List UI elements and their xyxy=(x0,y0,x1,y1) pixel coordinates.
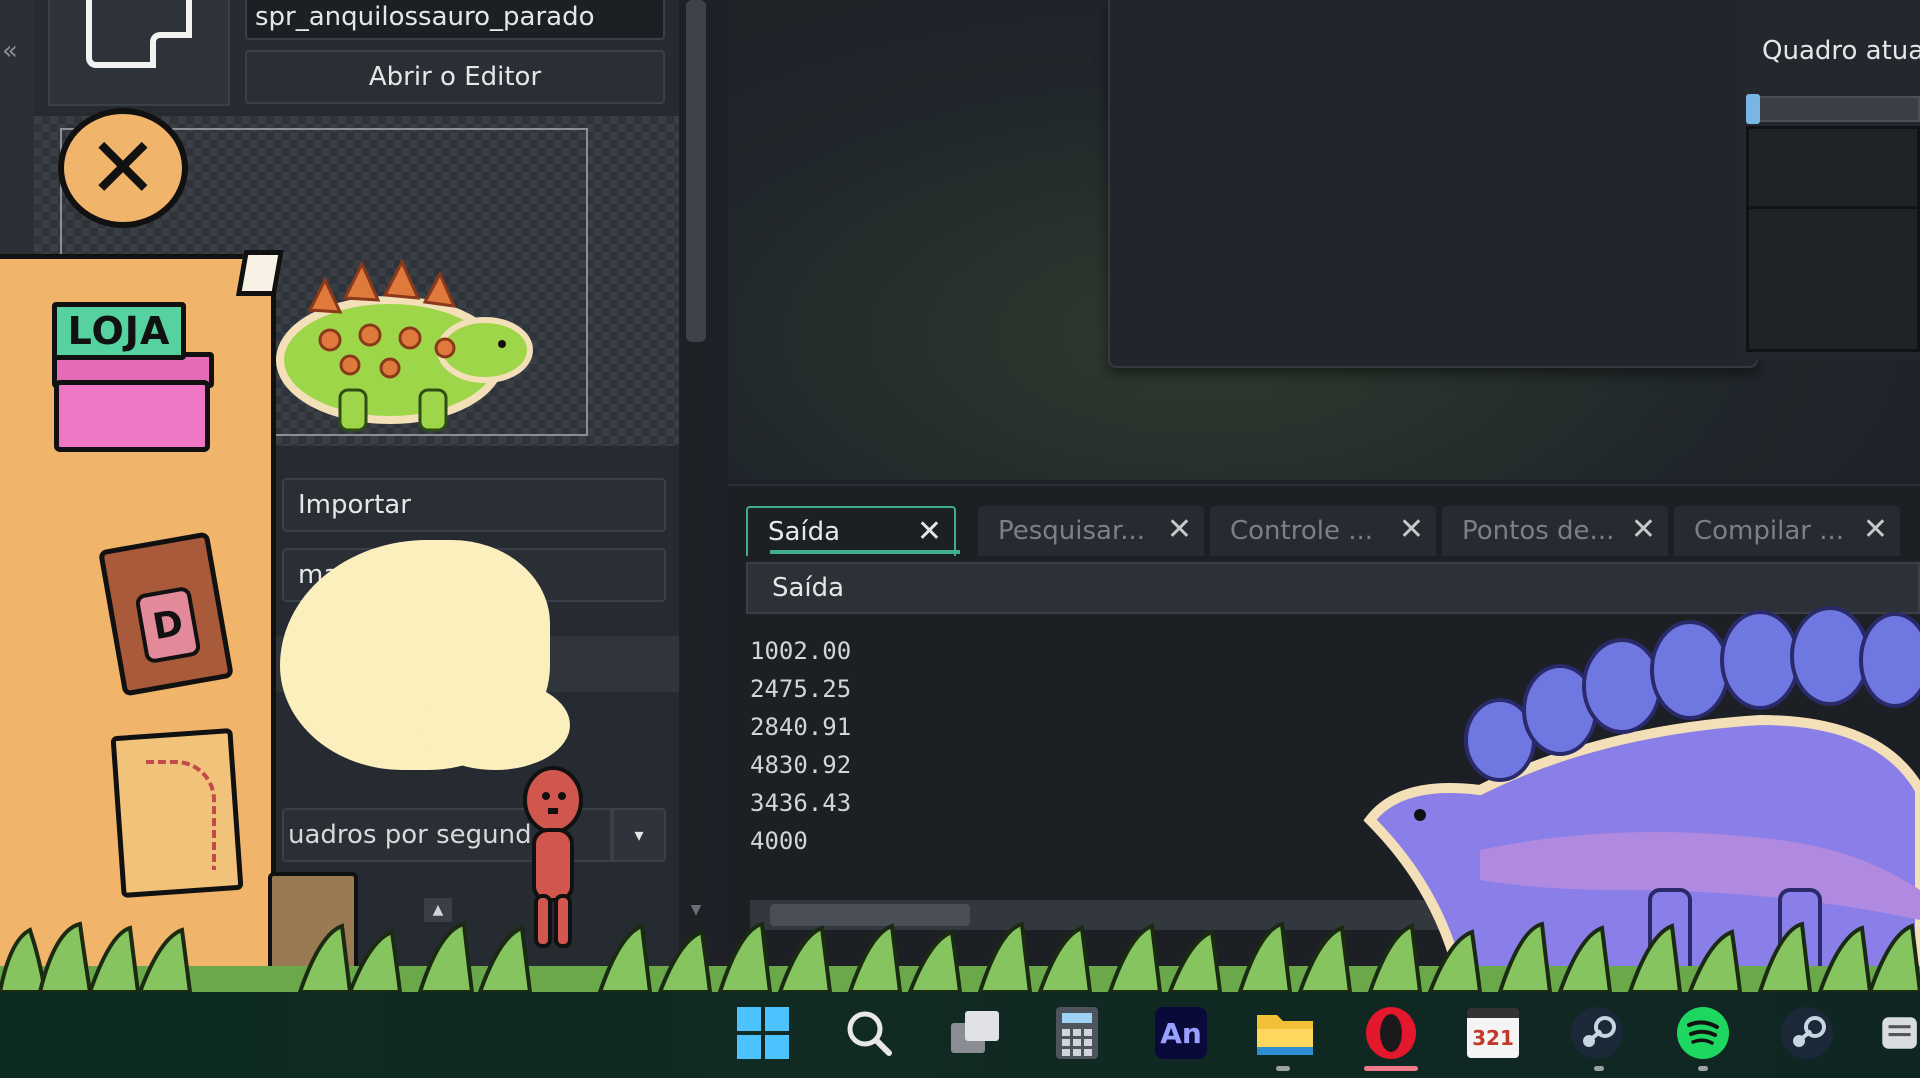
shop-sign[interactable]: LOJA xyxy=(52,302,186,360)
tab-label: Pesquisar... xyxy=(998,516,1146,546)
tab-search[interactable]: Pesquisar... ✕ xyxy=(978,506,1204,556)
map-path xyxy=(146,760,216,870)
stegosaurus-sprite-small xyxy=(276,258,533,432)
sprite-name-field[interactable]: spr_anquilossauro_parado xyxy=(245,0,665,40)
dropdown-arrow-icon[interactable]: ▾ xyxy=(612,808,666,862)
tab-source-control[interactable]: Controle ... ✕ xyxy=(1210,506,1436,556)
animate-label: An xyxy=(1155,1007,1207,1059)
current-frame-label: Quadro atual xyxy=(1762,36,1920,66)
spotify-icon[interactable] xyxy=(1672,1002,1734,1064)
running-indicator xyxy=(1276,1066,1290,1071)
scrollbar-thumb[interactable] xyxy=(686,0,706,342)
log-line: 2840.91 xyxy=(750,713,852,741)
close-icon[interactable]: ✕ xyxy=(917,514,942,549)
book-letter: D xyxy=(134,585,202,665)
task-view-icon[interactable] xyxy=(944,1002,1006,1064)
frame-timeline-rows xyxy=(1746,126,1920,352)
running-indicator xyxy=(1594,1066,1604,1071)
log-line: 3436.43 xyxy=(750,789,852,817)
log-line: 4830.92 xyxy=(750,751,852,779)
frame-timeline-knob[interactable] xyxy=(1746,94,1760,124)
close-shop-button[interactable]: ✕ xyxy=(58,108,188,228)
close-icon[interactable]: ✕ xyxy=(1167,512,1192,547)
steam-icon-2[interactable] xyxy=(1776,1002,1838,1064)
search-icon[interactable] xyxy=(838,1002,900,1064)
log-line: 2475.25 xyxy=(750,675,852,703)
collapse-chevron-icon[interactable]: « xyxy=(2,36,26,66)
import-button[interactable]: Importar xyxy=(282,478,666,532)
file-explorer-icon[interactable] xyxy=(1254,1002,1316,1064)
close-icon[interactable]: ✕ xyxy=(1631,512,1656,547)
spinner-up-icon[interactable]: ▲ xyxy=(424,898,452,922)
animate-icon[interactable]: An xyxy=(1150,1002,1212,1064)
tab-breakpoints[interactable]: Pontos de... ✕ xyxy=(1442,506,1668,556)
tab-label: Compilar ... xyxy=(1694,516,1845,546)
shop-panel-fold xyxy=(235,250,285,296)
tab-label: Controle ... xyxy=(1230,516,1374,546)
running-indicator xyxy=(1698,1066,1708,1071)
media-player-label: 321 xyxy=(1467,1008,1519,1058)
close-icon[interactable]: ✕ xyxy=(1399,512,1424,547)
floating-editor-panel xyxy=(1108,0,1758,368)
windows-start-icon[interactable] xyxy=(732,1002,794,1064)
active-indicator xyxy=(1364,1066,1418,1071)
frame-timeline-track[interactable] xyxy=(1746,96,1920,122)
active-tab-indicator xyxy=(770,550,960,554)
shop-counter-icon[interactable] xyxy=(54,380,210,452)
calculator-icon[interactable] xyxy=(1046,1002,1108,1064)
app-icon[interactable] xyxy=(1876,1002,1920,1064)
tab-label: Saída xyxy=(768,517,841,547)
output-log: 1002.00 2475.25 2840.91 4830.92 3436.43 … xyxy=(750,632,851,860)
steam-icon[interactable] xyxy=(1566,1002,1628,1064)
log-line: 1002.00 xyxy=(750,637,852,665)
sprite-document-icon-fold xyxy=(150,32,192,68)
open-editor-button[interactable]: Abrir o Editor xyxy=(245,50,665,104)
grass-foreground xyxy=(0,921,1920,992)
dust-cloud-puff xyxy=(420,680,570,770)
close-icon[interactable]: ✕ xyxy=(1863,512,1888,547)
media-player-icon[interactable]: 321 xyxy=(1462,1002,1524,1064)
tab-label: Pontos de... xyxy=(1462,516,1615,546)
tab-compile[interactable]: Compilar ... ✕ xyxy=(1674,506,1900,556)
timeline-row-divider xyxy=(1746,206,1920,209)
log-line: 4000 xyxy=(750,827,808,855)
scroll-down-icon[interactable]: ▼ xyxy=(686,902,706,922)
opera-icon[interactable] xyxy=(1360,1002,1422,1064)
tab-output[interactable]: Saída ✕ xyxy=(746,506,956,556)
